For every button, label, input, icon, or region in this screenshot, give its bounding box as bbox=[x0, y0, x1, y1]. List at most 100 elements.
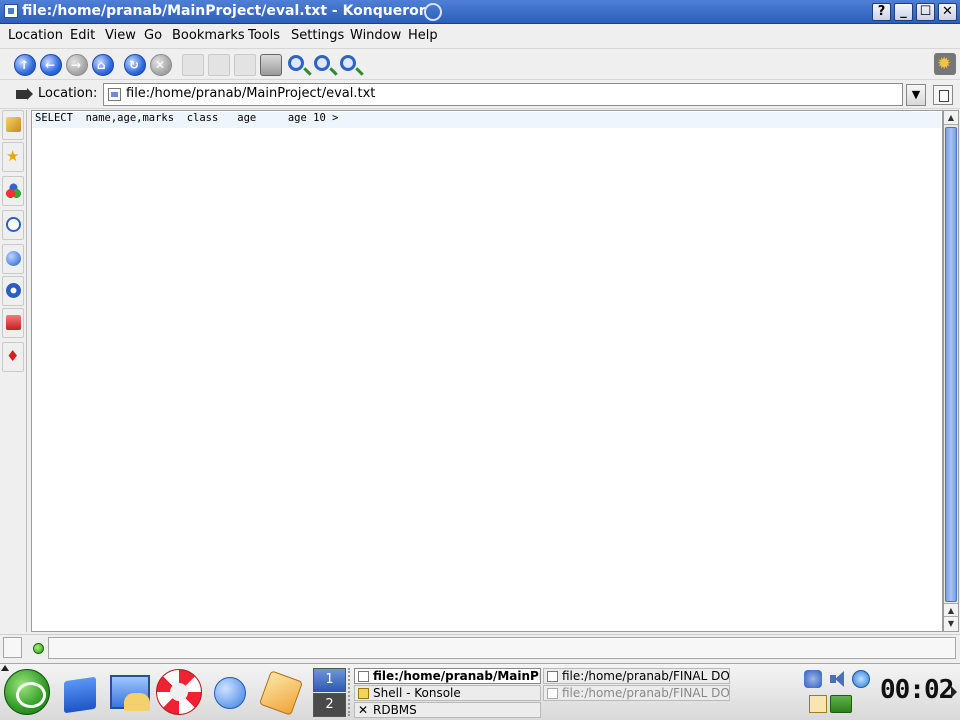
home-icon[interactable]: ⌂ bbox=[92, 54, 114, 76]
scroll-up-icon[interactable]: ▲ bbox=[944, 111, 958, 125]
task-label: file:/home/pranab/FINAL DOC bbox=[562, 686, 730, 700]
print-icon[interactable] bbox=[260, 54, 282, 76]
clear-location-icon[interactable] bbox=[16, 87, 33, 101]
bookmarks-star-icon: ★ bbox=[6, 147, 20, 165]
location-label: Location: bbox=[38, 86, 98, 101]
up-icon[interactable]: ↑ bbox=[14, 54, 36, 76]
home-folder-tab[interactable] bbox=[2, 276, 24, 306]
scroll-up-bottom-icon[interactable]: ▲ bbox=[944, 603, 958, 617]
go-button[interactable] bbox=[933, 85, 953, 105]
forward-icon[interactable]: → bbox=[66, 54, 88, 76]
menu-bar: Location Edit View Go Bookmarks Tools Se… bbox=[0, 25, 960, 49]
task-label: Shell - Konsole bbox=[373, 686, 461, 700]
home-launcher-icon[interactable] bbox=[58, 669, 104, 715]
scroll-down-icon[interactable]: ▼ bbox=[944, 617, 958, 631]
menu-window[interactable]: Window bbox=[350, 28, 401, 43]
active-view-indicator-icon bbox=[33, 643, 44, 654]
services-icon bbox=[6, 183, 21, 198]
file-task-icon bbox=[547, 671, 558, 682]
services-tab[interactable] bbox=[2, 176, 24, 206]
reload-icon[interactable]: ↻ bbox=[124, 54, 146, 76]
configure-tab[interactable] bbox=[2, 110, 24, 140]
pager-desktop-1[interactable]: 1 bbox=[313, 668, 346, 692]
title-bar[interactable]: file:/home/pranab/MainProject/eval.txt -… bbox=[0, 0, 960, 24]
panel-hide-left-icon[interactable] bbox=[0, 664, 9, 674]
copy-icon[interactable] bbox=[208, 54, 230, 76]
menu-tools[interactable]: Tools bbox=[248, 28, 280, 43]
help-launcher-icon[interactable] bbox=[156, 669, 202, 715]
menu-go[interactable]: Go bbox=[144, 28, 162, 43]
task-label: RDBMS bbox=[373, 703, 417, 717]
stop-icon[interactable]: ✕ bbox=[150, 54, 172, 76]
vertical-scrollbar[interactable]: ▲ ▲ ▼ bbox=[943, 110, 959, 632]
menu-edit[interactable]: Edit bbox=[70, 28, 95, 43]
konqueror-task-icon bbox=[358, 671, 369, 682]
menu-bookmarks[interactable]: Bookmarks bbox=[172, 28, 245, 43]
panel-hide-right-icon[interactable] bbox=[950, 686, 958, 698]
file-content: SELECT name,age,marks class age age 10 > bbox=[35, 112, 339, 124]
display-tray-icon[interactable] bbox=[830, 695, 852, 713]
volume-icon[interactable] bbox=[828, 670, 846, 688]
kmenu-icon[interactable] bbox=[4, 669, 50, 715]
maximize-button[interactable]: ☐ bbox=[916, 3, 935, 21]
navigation-panel-tabs: ★ ♦ bbox=[0, 110, 27, 632]
help-button[interactable]: ? bbox=[872, 3, 891, 21]
menu-help[interactable]: Help bbox=[408, 28, 438, 43]
update-tray-icon[interactable] bbox=[852, 670, 870, 688]
network-icon bbox=[6, 251, 21, 266]
menu-location[interactable]: Location bbox=[8, 28, 63, 43]
status-text bbox=[48, 637, 956, 659]
configure-icon bbox=[6, 117, 21, 132]
konqueror-launcher-icon[interactable] bbox=[206, 669, 252, 715]
text-view[interactable]: SELECT name,age,marks class age age 10 > bbox=[31, 110, 943, 632]
media-tab[interactable]: ♦ bbox=[2, 342, 24, 372]
task-konsole[interactable]: Shell - Konsole bbox=[354, 685, 541, 701]
task-konqueror-eval[interactable]: file:/home/pranab/MainProject/eval.txt -… bbox=[354, 668, 541, 684]
zoom-out-icon[interactable] bbox=[314, 55, 330, 71]
text-file-icon bbox=[108, 88, 121, 101]
root-folder-icon bbox=[6, 315, 21, 330]
task-final-doc[interactable]: file:/home/pranab/FINAL DOC bbox=[543, 668, 730, 684]
zoom-in-icon[interactable] bbox=[288, 55, 304, 71]
location-dropdown-button[interactable]: ▼ bbox=[906, 84, 926, 106]
konqueror-window-icon[interactable] bbox=[4, 4, 18, 18]
taskbar-separator bbox=[348, 668, 351, 716]
main-toolbar: ↑ ← → ⌂ ↻ ✕ bbox=[0, 50, 960, 80]
panel-toggle-button[interactable] bbox=[3, 637, 22, 658]
network-tab[interactable] bbox=[2, 244, 24, 274]
desktop-launcher-icon[interactable] bbox=[106, 669, 152, 715]
x-task-icon: ✕ bbox=[358, 703, 369, 717]
task-label: file:/home/pranab/FINAL DOC bbox=[562, 669, 730, 683]
pager-desktop-2[interactable]: 2 bbox=[313, 693, 346, 717]
clock[interactable]: 00:02 bbox=[880, 675, 954, 711]
task-label: file:/home/pranab/MainProject/eval.txt -… bbox=[373, 669, 540, 683]
menu-settings[interactable]: Settings bbox=[291, 28, 344, 43]
root-folder-tab[interactable] bbox=[2, 308, 24, 338]
konsole-task-icon bbox=[358, 688, 369, 699]
media-icon: ♦ bbox=[6, 347, 20, 365]
task-rdbms[interactable]: ✕ RDBMS bbox=[354, 702, 541, 718]
minimize-button[interactable]: _ bbox=[894, 3, 913, 21]
task-final-doc-2[interactable]: file:/home/pranab/FINAL DOC bbox=[543, 685, 730, 701]
kde-throbber-icon[interactable] bbox=[934, 53, 956, 75]
status-bar bbox=[0, 634, 960, 661]
find-icon[interactable] bbox=[340, 55, 356, 71]
window-title: file:/home/pranab/MainProject/eval.txt -… bbox=[22, 3, 426, 19]
file-task-icon bbox=[547, 688, 558, 699]
cut-icon[interactable] bbox=[182, 54, 204, 76]
location-value: file:/home/pranab/MainProject/eval.txt bbox=[126, 86, 376, 101]
location-input[interactable]: file:/home/pranab/MainProject/eval.txt bbox=[103, 83, 903, 106]
scrollbar-thumb[interactable] bbox=[945, 127, 957, 602]
kde-swirl-icon bbox=[424, 3, 442, 21]
menu-view[interactable]: View bbox=[105, 28, 136, 43]
close-button[interactable]: ✕ bbox=[938, 3, 957, 21]
history-icon bbox=[6, 217, 21, 232]
back-icon[interactable]: ← bbox=[40, 54, 62, 76]
clipboard-icon[interactable] bbox=[809, 695, 827, 713]
kword-launcher-icon[interactable] bbox=[256, 669, 302, 715]
history-tab[interactable] bbox=[2, 210, 24, 240]
paste-icon[interactable] bbox=[234, 54, 256, 76]
location-bar: Location: file:/home/pranab/MainProject/… bbox=[0, 81, 960, 109]
bookmarks-tab[interactable]: ★ bbox=[2, 142, 24, 172]
network-tray-icon[interactable] bbox=[804, 670, 822, 688]
